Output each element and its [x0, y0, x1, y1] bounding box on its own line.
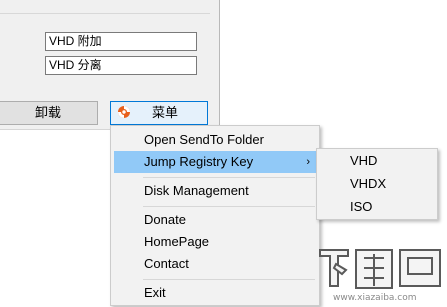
unmount-button-label: 卸载: [34, 105, 61, 120]
vhd-attach-field[interactable]: VHD 附加: [45, 32, 197, 51]
menu-item-label: Exit: [144, 285, 166, 300]
lifebuoy-icon: [118, 106, 130, 118]
menu-item-contact[interactable]: Contact: [114, 253, 318, 275]
menu-item-homepage[interactable]: HomePage: [114, 231, 318, 253]
menu-button[interactable]: 菜单: [110, 101, 208, 125]
menu-separator: [143, 206, 315, 207]
menu-item-label: Donate: [144, 212, 186, 227]
submenu-item-label: ISO: [350, 199, 373, 214]
group-divider: [0, 13, 210, 14]
submenu-item-vhdx[interactable]: VHDX: [320, 173, 434, 195]
dialog-window: VHD 附加 VHD 分离 卸载 菜单: [0, 0, 219, 130]
menu-item-label: Disk Management: [144, 183, 249, 198]
menu-item-label: HomePage: [144, 234, 210, 249]
context-menu: Open SendTo Folder Jump Registry Key › D…: [110, 125, 320, 306]
submenu-item-vhd[interactable]: VHD: [320, 150, 434, 172]
dialog-border: [219, 0, 220, 130]
menu-separator: [143, 279, 315, 280]
vhd-detach-field[interactable]: VHD 分离: [45, 56, 197, 75]
menu-item-label: Contact: [144, 256, 189, 271]
submenu-item-label: VHDX: [350, 176, 387, 191]
unmount-button[interactable]: 卸载: [0, 101, 98, 125]
menu-item-disk-management[interactable]: Disk Management: [114, 180, 318, 202]
submenu-arrow-icon: ›: [306, 156, 310, 168]
menu-item-jump-registry-key[interactable]: Jump Registry Key ›: [114, 151, 318, 173]
menu-item-label: Open SendTo Folder: [144, 132, 264, 147]
menu-item-label: Jump Registry Key: [144, 154, 254, 169]
menu-item-donate[interactable]: Donate: [114, 209, 318, 231]
menu-button-label: 菜单: [151, 105, 178, 120]
menu-item-exit[interactable]: Exit: [114, 282, 318, 304]
menu-separator: [143, 177, 315, 178]
submenu-item-label: VHD: [350, 153, 378, 168]
submenu-item-iso[interactable]: ISO: [320, 196, 434, 218]
registry-submenu: VHD VHDX ISO: [316, 148, 438, 220]
watermark-url: www.xiazaiba.com: [333, 293, 417, 303]
menu-item-open-sendto-folder[interactable]: Open SendTo Folder: [114, 129, 318, 151]
